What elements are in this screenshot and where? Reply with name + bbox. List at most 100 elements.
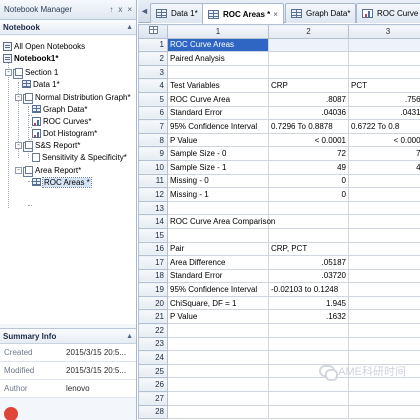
table-cell[interactable]	[348, 295, 420, 311]
table-cell[interactable]: 0.6722 To 0.8	[348, 119, 420, 134]
table-cell[interactable]: Pair	[167, 241, 269, 257]
pin-icon[interactable]: ↑	[109, 5, 113, 14]
tree-item-dot-histogram[interactable]: Dot Histogram*	[32, 127, 97, 139]
row-header[interactable]: 4	[138, 78, 168, 93]
close-icon[interactable]: ×	[127, 5, 132, 14]
table-cell[interactable]: 0	[348, 187, 420, 202]
table-cell[interactable]: ROC Curve Areas	[167, 37, 269, 53]
row-header[interactable]: 1	[138, 37, 168, 53]
row-header[interactable]: 19	[138, 282, 168, 297]
tab-graph-data[interactable]: Graph Data*	[285, 3, 357, 23]
table-cell[interactable]	[167, 363, 269, 379]
tree-item-data1[interactable]: Data 1*	[22, 78, 60, 90]
table-cell[interactable]: Area Difference	[167, 255, 269, 270]
tree-item-area-report[interactable]: - Area Report*	[15, 164, 81, 177]
row-header[interactable]: 11	[138, 173, 168, 189]
table-cell[interactable]: < 0.0001	[268, 132, 349, 148]
table-cell[interactable]	[268, 64, 349, 80]
table-cell[interactable]	[268, 323, 349, 338]
row-header[interactable]: 9	[138, 146, 168, 161]
row-header[interactable]: 24	[138, 350, 168, 365]
table-cell[interactable]	[167, 200, 269, 216]
column-header[interactable]: 1	[167, 24, 269, 39]
table-cell[interactable]	[167, 391, 269, 406]
table-cell[interactable]: CRP, PCT	[268, 241, 349, 257]
worksheet-grid[interactable]: 1 2 3 1 ROC Curve Areas 2 Paired Analysis 3 4…	[138, 24, 420, 420]
table-cell[interactable]: 49	[268, 159, 349, 175]
table-cell[interactable]: PCT	[348, 78, 420, 93]
collapse-caret-icon[interactable]: ▲	[126, 24, 133, 31]
table-cell[interactable]: .8087	[268, 91, 349, 107]
table-cell[interactable]	[348, 200, 420, 216]
row-header[interactable]: 23	[138, 336, 168, 352]
row-header[interactable]: 20	[138, 295, 168, 311]
table-cell[interactable]: P Value	[167, 132, 269, 148]
table-cell[interactable]: .05187	[268, 255, 349, 270]
table-cell[interactable]: Standard Error	[167, 268, 269, 284]
table-cell[interactable]	[348, 404, 420, 420]
row-header[interactable]: 6	[138, 105, 168, 121]
row-header[interactable]: 27	[138, 391, 168, 406]
table-cell[interactable]: 72	[348, 146, 420, 161]
table-cell[interactable]: 0	[348, 173, 420, 189]
table-cell[interactable]: 1.945	[268, 295, 349, 311]
table-cell[interactable]	[268, 336, 349, 352]
table-cell[interactable]: ROC Curve Area	[167, 91, 269, 107]
row-header[interactable]: 21	[138, 309, 168, 325]
row-header[interactable]: 7	[138, 119, 168, 134]
row-header[interactable]: 26	[138, 377, 168, 393]
row-header[interactable]: 8	[138, 132, 168, 148]
row-header[interactable]: 28	[138, 404, 168, 420]
table-cell[interactable]: Sample Size - 1	[167, 159, 269, 175]
table-cell[interactable]	[268, 404, 349, 420]
table-cell[interactable]	[348, 64, 420, 80]
select-all-corner[interactable]	[138, 24, 168, 39]
table-cell[interactable]	[268, 377, 349, 393]
tree-item-graph-data[interactable]: Graph Data*	[32, 103, 87, 115]
row-header[interactable]: 25	[138, 363, 168, 379]
collapse-toggle-icon[interactable]: -	[15, 93, 22, 101]
tree-item-roc-curves[interactable]: ROC Curves*	[32, 115, 91, 127]
table-cell[interactable]	[348, 227, 420, 243]
table-cell[interactable]	[348, 37, 420, 53]
summary-info-header[interactable]: Summary Info ▲	[0, 329, 136, 344]
table-cell[interactable]: Standard Error	[167, 105, 269, 121]
table-cell[interactable]: 0.7296 To 0.8878	[268, 119, 349, 134]
table-cell[interactable]: 0	[268, 187, 349, 202]
table-cell[interactable]: Sample Size - 0	[167, 146, 269, 161]
table-cell[interactable]: CRP	[268, 78, 349, 93]
tree-item-roc-areas[interactable]: ROC Areas *	[32, 176, 92, 188]
table-cell[interactable]: 49	[348, 159, 420, 175]
row-header[interactable]: 18	[138, 268, 168, 284]
row-header[interactable]: 3	[138, 64, 168, 80]
table-cell[interactable]	[167, 350, 269, 365]
row-header[interactable]: 22	[138, 323, 168, 338]
row-header[interactable]: 15	[138, 227, 168, 243]
tree-item-normal-distribution-graph[interactable]: - Normal Distribution Graph*	[15, 91, 131, 104]
tree-item-section1[interactable]: - Section 1	[5, 66, 58, 79]
row-header[interactable]: 5	[138, 91, 168, 107]
table-cell[interactable]	[348, 282, 420, 297]
table-cell[interactable]	[167, 336, 269, 352]
tab-scroll-left-icon[interactable]: ◄	[140, 6, 149, 16]
table-cell[interactable]	[167, 323, 269, 338]
collapse-toggle-icon[interactable]: -	[15, 141, 22, 149]
tab-data1[interactable]: Data 1*	[150, 3, 204, 23]
tab-close-icon[interactable]: ×	[273, 10, 278, 19]
table-cell[interactable]	[348, 214, 420, 229]
table-cell[interactable]: ROC Curve Area Comparison	[167, 214, 275, 229]
table-cell[interactable]: 0	[268, 173, 349, 189]
table-cell[interactable]	[268, 214, 349, 229]
table-cell[interactable]: .04036	[268, 105, 349, 121]
tree-item-all-open-notebooks[interactable]: All Open Notebooks	[3, 40, 85, 52]
row-header[interactable]: 13	[138, 200, 168, 216]
tree-item-notebook1[interactable]: Notebook1*	[3, 52, 58, 64]
tree-item-sensitivity-specificity[interactable]: Sensitivity & Specificity*	[32, 151, 127, 163]
tree-item-ss-report[interactable]: - S&S Report*	[15, 139, 80, 152]
table-cell[interactable]: Missing - 0	[167, 173, 269, 189]
table-cell[interactable]	[348, 336, 420, 352]
table-cell[interactable]: ChiSquare, DF = 1	[167, 295, 269, 311]
table-cell[interactable]: .03720	[268, 268, 349, 284]
row-header[interactable]: 14	[138, 214, 168, 229]
table-cell[interactable]: .1632	[268, 309, 349, 325]
